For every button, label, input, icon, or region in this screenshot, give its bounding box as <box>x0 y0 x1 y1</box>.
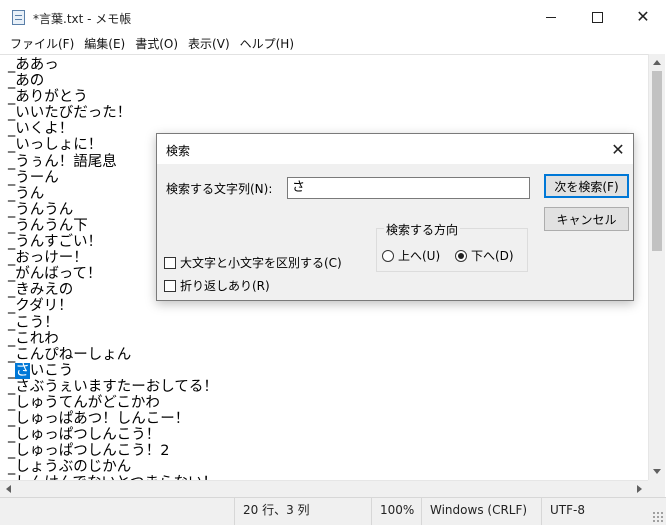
direction-up-label: 上へ(U) <box>398 249 441 263</box>
status-line-ending: Windows (CRLF) <box>421 498 542 525</box>
wrap-around-checkbox[interactable]: 折り返しあり(R) <box>164 277 270 294</box>
scroll-up-icon[interactable] <box>653 60 661 65</box>
window-title: *言葉.txt - メモ帳 <box>33 12 132 26</box>
editor-line: _ああっ <box>8 57 59 73</box>
direction-up-radio[interactable]: 上へ(U) <box>382 247 440 264</box>
menu-format[interactable]: 書式(O) <box>130 34 183 54</box>
editor-line: _さいこう <box>8 362 74 379</box>
vertical-scrollbar[interactable] <box>648 54 665 480</box>
close-button[interactable]: ✕ <box>620 0 666 34</box>
title-bar: *言葉.txt - メモ帳 ✕ <box>0 0 666 34</box>
editor-line: _いいたびだった！ <box>8 105 132 122</box>
minimize-button[interactable] <box>528 0 574 34</box>
radio-down-icon[interactable] <box>455 249 467 262</box>
checkbox-icon[interactable] <box>164 279 176 292</box>
match-case-checkbox[interactable]: 大文字と小文字を区別する(C) <box>164 254 342 271</box>
close-icon: ✕ <box>636 7 650 26</box>
vertical-scroll-thumb[interactable] <box>652 71 662 251</box>
notepad-icon <box>12 10 25 25</box>
status-encoding: UTF-8 <box>541 498 650 525</box>
direction-group-label: 検索する方向 <box>384 221 461 238</box>
find-input[interactable]: さ <box>287 177 530 199</box>
horizontal-scrollbar[interactable] <box>0 480 648 497</box>
maximize-button[interactable] <box>574 0 620 34</box>
editor-line: _しゅっぱつしんこう！2 <box>8 443 170 460</box>
editor-line: _しゅっぱつしんこう！ <box>8 427 161 444</box>
menu-help[interactable]: ヘルプ(H) <box>235 34 299 54</box>
editor-line: _こう！ <box>8 314 59 331</box>
status-bar: 20 行、3 列 100% Windows (CRLF) UTF-8 <box>0 497 666 525</box>
checkbox-icon[interactable] <box>164 256 176 269</box>
scroll-down-icon[interactable] <box>653 469 661 474</box>
direction-down-radio[interactable]: 下へ(D) <box>455 247 514 264</box>
close-icon: ✕ <box>611 139 625 159</box>
editor-line: _しょうぶのじかん <box>8 459 132 476</box>
find-dialog-title-bar: 検索 ✕ <box>157 134 633 164</box>
editor-line: _あの <box>8 73 45 90</box>
find-dialog: 検索 ✕ 検索する文字列(N): さ 次を検索(F) キャンセル 検索する方向 … <box>156 133 634 301</box>
find-dialog-title: 検索 <box>166 144 191 158</box>
resize-grip-icon[interactable] <box>652 511 664 523</box>
selected-text: さ <box>15 362 30 379</box>
direction-down-label: 下へ(D) <box>471 249 514 263</box>
scroll-left-icon[interactable] <box>6 485 11 493</box>
scrollbar-corner <box>648 480 665 497</box>
editor-line: _これわ <box>8 330 59 347</box>
find-next-button[interactable]: 次を検索(F) <box>544 174 629 198</box>
status-position: 20 行、3 列 <box>234 498 371 525</box>
wrap-around-label: 折り返しあり(R) <box>180 279 270 293</box>
menu-file[interactable]: ファイル(F) <box>5 34 79 54</box>
editor-line: _さぶうぇいますたーおしてる！ <box>8 378 218 395</box>
scroll-right-icon[interactable] <box>637 485 642 493</box>
minimize-icon <box>546 16 556 18</box>
cancel-button[interactable]: キャンセル <box>544 207 629 231</box>
editor-line: _ありがとう <box>8 89 88 106</box>
menu-bar: ファイル(F) 編集(E) 書式(O) 表示(V) ヘルプ(H) <box>0 34 666 54</box>
editor-line: _しゅっぱあつ！しんこー！ <box>8 411 190 428</box>
find-dialog-close-button[interactable]: ✕ <box>603 134 633 164</box>
editor-line: _こんぴねーしょん <box>8 346 132 363</box>
menu-view[interactable]: 表示(V) <box>183 34 235 54</box>
maximize-icon <box>591 11 603 23</box>
match-case-label: 大文字と小文字を区別する(C) <box>180 256 342 270</box>
status-zoom: 100% <box>371 498 422 525</box>
menu-edit[interactable]: 編集(E) <box>79 34 130 54</box>
find-label: 検索する文字列(N): <box>166 182 273 196</box>
editor-line: _しゅうてんがどこかわ <box>8 394 160 411</box>
radio-up-icon[interactable] <box>382 249 394 262</box>
